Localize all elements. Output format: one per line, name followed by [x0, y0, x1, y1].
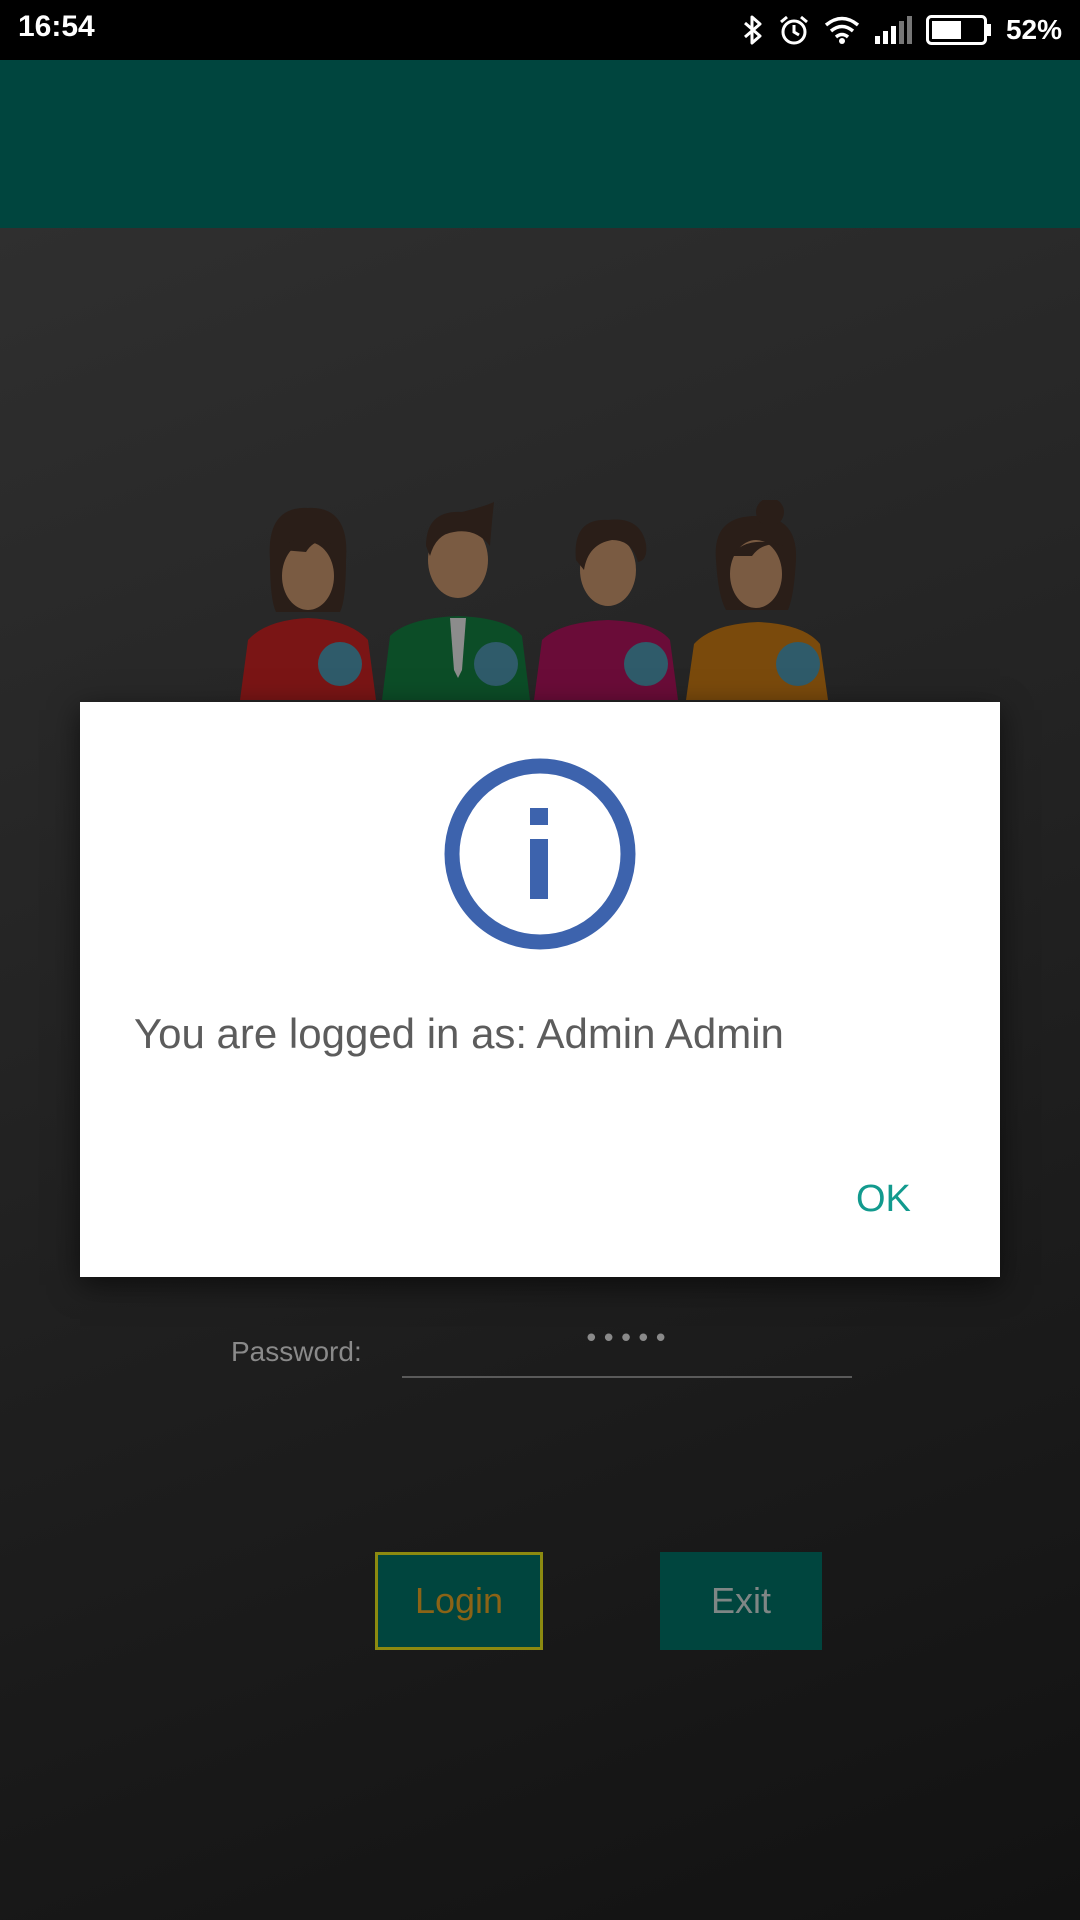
password-input[interactable]: ••••• — [402, 1316, 852, 1378]
bluetooth-icon — [743, 15, 762, 45]
alarm-icon — [779, 15, 808, 45]
battery-percent: 52% — [1005, 14, 1062, 45]
signal-icon — [874, 16, 912, 44]
app-bar — [0, 60, 1080, 228]
login-button[interactable]: Login — [375, 1552, 543, 1650]
info-icon — [444, 758, 636, 950]
community-people-illustration — [240, 500, 828, 700]
info-dialog: You are logged in as: Admin Admin OK — [80, 702, 1000, 1277]
wifi-icon — [824, 16, 860, 44]
person-green — [382, 502, 530, 700]
status-icons: 52% — [742, 8, 1062, 52]
status-time: 16:54 — [18, 10, 95, 43]
person-orange — [686, 500, 828, 700]
status-bar: 16:54 52% — [0, 0, 1080, 60]
ok-button[interactable]: OK — [848, 1174, 919, 1225]
person-red — [240, 507, 376, 700]
person-magenta — [534, 519, 678, 700]
battery-icon — [925, 15, 991, 45]
dialog-message: You are logged in as: Admin Admin — [134, 1010, 784, 1057]
password-label: Password: — [231, 1336, 362, 1367]
exit-button[interactable]: Exit — [660, 1552, 822, 1650]
password-value: ••••• — [583, 1324, 671, 1354]
